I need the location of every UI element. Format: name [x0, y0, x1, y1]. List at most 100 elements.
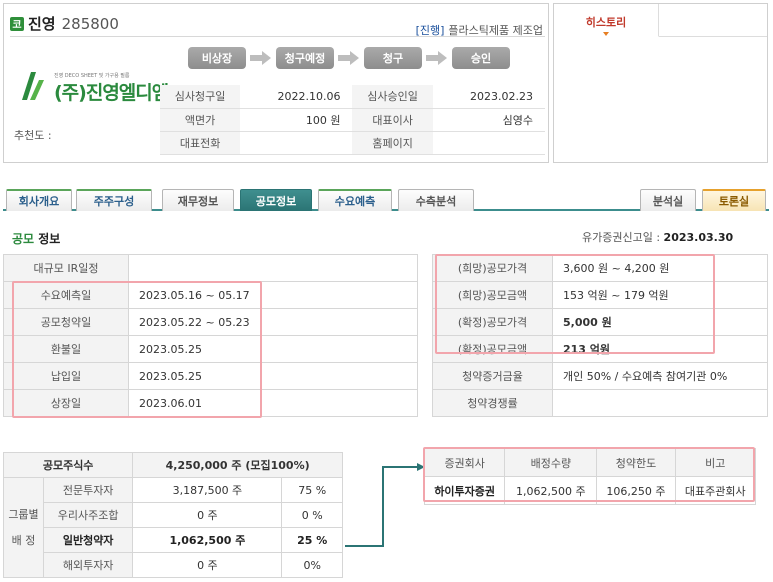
- company-info-grid: 심사청구일 2022.10.06 심사승인일 2023.02.23 액면가 10…: [160, 85, 545, 155]
- table-row: 하이투자증권 1,062,500 주 106,250 주 대표주관회사: [423, 476, 757, 505]
- logo-mark-icon: [22, 72, 44, 100]
- table-row: (확정)공모가격 5,000 원: [432, 308, 768, 336]
- underwriter-limit: 106,250 주: [596, 476, 676, 505]
- table-row: 해외투자자 0 주 0%: [4, 552, 343, 578]
- pricing-label: (희망)공모가격: [432, 254, 553, 282]
- alloc-shares: 0 주: [132, 552, 283, 578]
- info-value: [432, 131, 545, 155]
- info-label: 심사승인일: [352, 85, 433, 109]
- group-allocation-label: 그룹별 배 정: [3, 477, 44, 578]
- ipo-schedule-table: 대규모 IR일정 수요예측일 2023.05.16 ~ 05.17 공모청약일 20…: [3, 254, 418, 417]
- step-planned: 청구예정: [276, 47, 334, 69]
- table-row: 공모주식수 4,250,000 주 (모집100%): [2, 452, 343, 478]
- listing-progress: 비상장 청구예정 청구 승인: [188, 47, 510, 69]
- section-title-rest: 정보: [34, 232, 61, 246]
- tab-shareholders[interactable]: 주주구성: [76, 189, 152, 211]
- pricing-value: [552, 389, 768, 417]
- table-row: 증권회사 배정수량 청약한도 비고: [423, 448, 757, 477]
- info-row: 심사청구일 2022.10.06 심사승인일 2023.02.23: [160, 85, 545, 109]
- underwriter-qty: 1,062,500 주: [504, 476, 598, 505]
- pricing-label: (확정)공모가격: [432, 308, 553, 336]
- info-label: 홈페이지: [352, 131, 433, 155]
- step-approved: 승인: [452, 47, 510, 69]
- alloc-pct: 0%: [281, 552, 343, 578]
- alloc-pct: 0 %: [281, 502, 343, 528]
- tab-forum[interactable]: 토론실: [702, 189, 766, 211]
- tab-history[interactable]: 히스토리: [554, 4, 659, 37]
- table-row: 그룹별 배 정 전문투자자 3,187,500 주 75 %: [3, 477, 343, 578]
- arrow-right-icon: [338, 51, 360, 65]
- alloc-label: 일반청약자: [42, 527, 134, 553]
- schedule-value: 2023.05.25: [128, 335, 418, 363]
- tab-ipo-info[interactable]: 공모정보: [240, 189, 312, 211]
- table-row: (희망)공모금액 153 억원 ~ 179 억원: [432, 281, 768, 309]
- table-row: 공모청약일 2023.05.22 ~ 05.23: [3, 308, 418, 336]
- pricing-label: 청약경쟁률: [432, 389, 553, 417]
- tab-analysis-room[interactable]: 분석실: [640, 189, 696, 211]
- pricing-value: 5,000 원: [552, 308, 768, 336]
- schedule-value: 2023.06.01: [128, 389, 418, 417]
- arrow-right-icon: [250, 51, 272, 65]
- pricing-value: 개인 50% / 수요예측 참여기관 0%: [552, 362, 768, 390]
- table-row: 상장일 2023.06.01: [3, 389, 418, 417]
- step-unlisted: 비상장: [188, 47, 246, 69]
- stock-code: 285800: [61, 14, 119, 33]
- info-row: 대표전화 홈페이지: [160, 131, 545, 155]
- underwriter-header: 비고: [674, 448, 757, 477]
- alloc-shares: 0 주: [132, 502, 283, 528]
- info-label: 대표전화: [160, 131, 241, 155]
- alloc-label: 우리사주조합: [42, 502, 134, 528]
- tab-company-overview[interactable]: 회사개요: [6, 189, 72, 211]
- tab-finance[interactable]: 재무정보: [162, 189, 234, 211]
- filing-date-info: 유가증권신고일 : 2023.03.30: [582, 229, 733, 245]
- info-label: 대표이사: [352, 108, 433, 132]
- table-row: (확정)공모금액 213 억원: [432, 335, 768, 363]
- alloc-label: 전문투자자: [42, 477, 134, 503]
- pricing-value: 213 억원: [552, 335, 768, 363]
- info-value: [240, 131, 353, 155]
- table-row: 대규모 IR일정: [3, 254, 418, 282]
- filing-date: 2023.03.30: [663, 231, 734, 244]
- table-row: 납입일 2023.05.25: [3, 362, 418, 390]
- tab-return-analysis[interactable]: 수측분석: [398, 189, 474, 211]
- info-row: 액면가 100 원 대표이사 심영수: [160, 108, 545, 132]
- table-row: 환불일 2023.05.25: [3, 335, 418, 363]
- table-row: 수요예측일 2023.05.16 ~ 05.17: [3, 281, 418, 309]
- schedule-label: 상장일: [3, 389, 129, 417]
- total-shares-value: 4,250,000 주 (모집100%): [132, 452, 343, 478]
- schedule-label: 공모청약일: [3, 308, 129, 336]
- tab-demand-forecast[interactable]: 수요예측: [318, 189, 392, 211]
- divider: [659, 36, 767, 37]
- section-title-highlight: 공모: [12, 232, 35, 246]
- connector-arrow-icon: [345, 463, 425, 547]
- history-tab-label: 히스토리: [585, 16, 627, 29]
- underwriter-header: 배정수량: [504, 448, 598, 477]
- schedule-value: [128, 254, 418, 282]
- schedule-label: 대규모 IR일정: [3, 254, 129, 282]
- table-row: 청약증거금율 개인 50% / 수요예측 참여기관 0%: [432, 362, 768, 390]
- caret-down-icon: [603, 32, 609, 36]
- pricing-value: 3,600 원 ~ 4,200 원: [552, 254, 768, 282]
- group-label-line2: 배 정: [11, 533, 36, 547]
- ipo-pricing-table: (희망)공모가격 3,600 원 ~ 4,200 원 (희망)공모금액 153 억원…: [432, 254, 768, 417]
- company-name: 진영: [28, 15, 56, 33]
- schedule-value: 2023.05.22 ~ 05.23: [128, 308, 418, 336]
- recommend-label: 추천도 :: [14, 129, 52, 142]
- table-row: 청약경쟁률: [432, 389, 768, 417]
- pricing-value: 153 억원 ~ 179 억원: [552, 281, 768, 309]
- logo-text: (주)진영엘디엠: [54, 82, 169, 104]
- alloc-label: 해외투자자: [42, 552, 134, 578]
- schedule-label: 환불일: [3, 335, 129, 363]
- schedule-label: 수요예측일: [3, 281, 129, 309]
- alloc-pct: 75 %: [281, 477, 343, 503]
- filing-label: 유가증권신고일 :: [582, 231, 664, 244]
- schedule-value: 2023.05.25: [128, 362, 418, 390]
- info-value: 2023.02.23: [432, 85, 545, 109]
- alloc-pct: 25 %: [281, 527, 343, 553]
- company-title: 코 진영 285800: [10, 13, 119, 34]
- info-value: 심영수: [432, 108, 545, 132]
- underwriter-table: 증권회사 배정수량 청약한도 비고 하이투자증권 1,062,500 주 106…: [423, 448, 757, 505]
- underwriter-note: 대표주관회사: [674, 476, 757, 505]
- schedule-label: 납입일: [3, 362, 129, 390]
- divider: [10, 36, 545, 37]
